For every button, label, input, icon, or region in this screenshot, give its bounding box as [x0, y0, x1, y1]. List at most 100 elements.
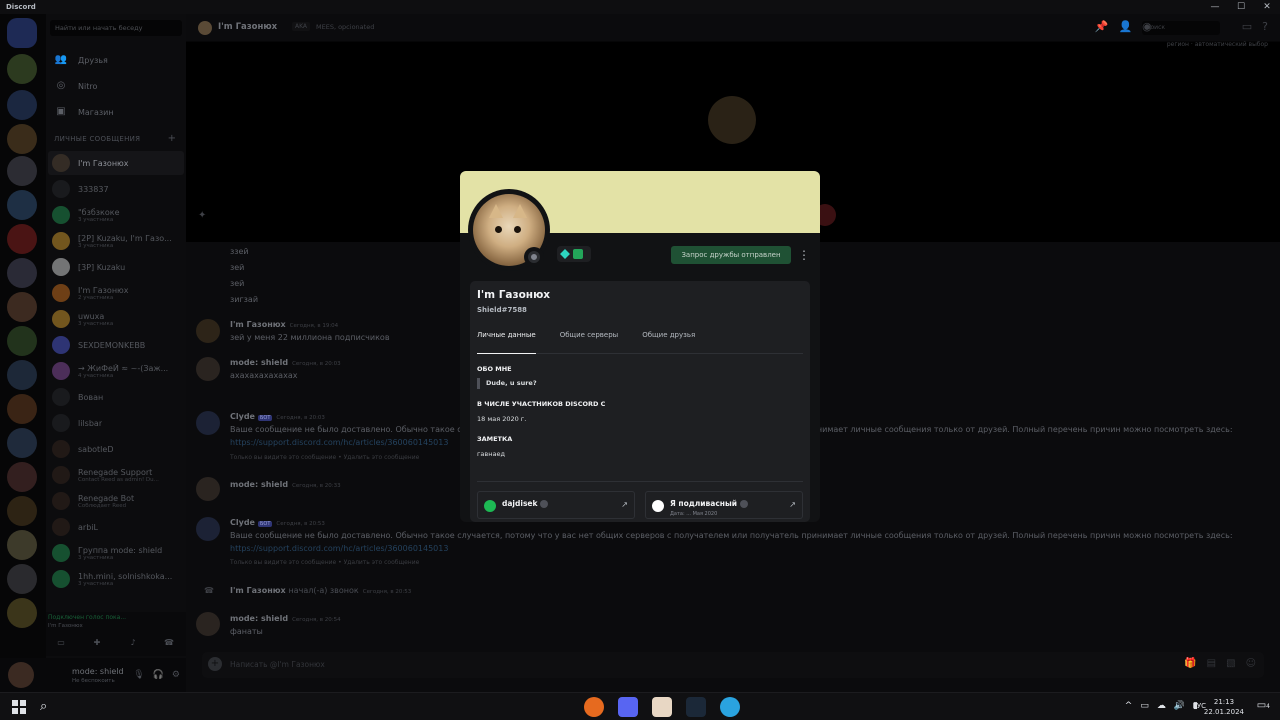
- avatar[interactable]: [196, 411, 220, 435]
- message-link[interactable]: https://support.discord.com/hc/articles/…: [230, 438, 448, 447]
- minimize-button[interactable]: —: [1202, 0, 1228, 14]
- region-filter[interactable]: регион · автоматический выбор: [1167, 41, 1268, 48]
- telegram-icon[interactable]: [720, 697, 740, 717]
- settings-gear-icon[interactable]: ⚙: [172, 670, 180, 680]
- emoji-icon[interactable]: ☺: [1246, 658, 1256, 669]
- windows-start-icon[interactable]: [12, 700, 26, 714]
- nav-friends[interactable]: 👥 Друзья: [50, 49, 182, 71]
- message-author[interactable]: mode: shield Сегодня, в 20:03: [230, 358, 341, 367]
- server-icon[interactable]: [7, 394, 37, 424]
- dm-item[interactable]: uwuxa 3 участника: [48, 307, 184, 331]
- avatar[interactable]: [196, 319, 220, 343]
- dm-item[interactable]: → ЖиФеЙ ≈ ~-(Заж... 4 участника: [48, 359, 184, 383]
- message-author[interactable]: mode: shield Сегодня, в 20:54: [230, 614, 341, 623]
- dm-item[interactable]: 1hh.mini, solnishkoka... 3 участника: [48, 567, 184, 591]
- message-link[interactable]: https://support.discord.com/hc/articles/…: [230, 544, 448, 553]
- dm-item[interactable]: Вован: [48, 385, 184, 409]
- dm-item[interactable]: arbiL: [48, 515, 184, 539]
- dm-item[interactable]: Renegade Bot Соблюдает Reed: [48, 489, 184, 513]
- gift-icon[interactable]: 🎁: [1184, 658, 1196, 669]
- dm-item[interactable]: [2P] Kuzaku, I'm Газо... 3 участника: [48, 229, 184, 253]
- attach-plus-icon[interactable]: +: [208, 657, 222, 671]
- firefox-icon[interactable]: [584, 697, 604, 717]
- search-icon[interactable]: ⌕: [40, 699, 47, 714]
- voice-activity-icon[interactable]: ✚: [90, 638, 104, 650]
- profile-icon[interactable]: ◉: [1142, 20, 1152, 33]
- help-icon[interactable]: ?: [1262, 20, 1268, 33]
- tab-mutual-friends[interactable]: Общие друзья: [642, 329, 695, 354]
- message-author[interactable]: Clyde БОТ Сегодня, в 20:53: [230, 518, 325, 527]
- note-input[interactable]: гавнаед: [477, 450, 505, 458]
- onedrive-icon[interactable]: ☁: [1157, 701, 1166, 711]
- avatar[interactable]: [196, 357, 220, 381]
- dm-item[interactable]: Группа mode: shield 3 участника: [48, 541, 184, 565]
- network-icon[interactable]: ▭: [1140, 701, 1149, 711]
- tab-mutual-servers[interactable]: Общие серверы: [560, 329, 619, 354]
- server-icon[interactable]: [7, 190, 37, 220]
- external-link-icon[interactable]: ↗: [789, 500, 796, 509]
- add-friend-icon[interactable]: 👤: [1118, 20, 1132, 33]
- gif-icon[interactable]: ▤: [1207, 658, 1216, 669]
- home-button[interactable]: [7, 18, 37, 48]
- avatar[interactable]: [8, 662, 34, 688]
- headphones-icon[interactable]: 🎧: [153, 670, 164, 680]
- server-icon[interactable]: [7, 360, 37, 390]
- create-dm-button[interactable]: +: [168, 133, 176, 144]
- server-icon[interactable]: [7, 496, 37, 526]
- server-icon[interactable]: [7, 428, 37, 458]
- message-author[interactable]: Clyde БОТ Сегодня, в 20:03: [230, 412, 325, 421]
- search-icon[interactable]: [1162, 20, 1232, 33]
- sticker-icon[interactable]: ▧: [1226, 658, 1235, 669]
- user-name[interactable]: mode: shield: [72, 667, 124, 676]
- server-icon[interactable]: [7, 124, 37, 154]
- steam-icon[interactable]: [686, 697, 706, 717]
- message-author[interactable]: mode: shield Сегодня, в 20:33: [230, 480, 341, 489]
- tab-personal[interactable]: Личные данные: [477, 329, 536, 354]
- server-icon[interactable]: [7, 292, 37, 322]
- server-icon[interactable]: [7, 224, 37, 254]
- avatar[interactable]: [196, 612, 220, 636]
- connection-spotify[interactable]: dajdisek ↗: [477, 491, 635, 519]
- connection-steam[interactable]: Я подливасный Дата: ... Мая 2020 ↗: [645, 491, 803, 519]
- nav-shop[interactable]: ▣ Магазин: [50, 101, 182, 123]
- inbox-icon[interactable]: ▭: [1242, 20, 1252, 33]
- dm-item[interactable]: [3P] Kuzaku: [48, 255, 184, 279]
- avatar[interactable]: [196, 517, 220, 541]
- call-settings-icon[interactable]: ✦: [198, 210, 206, 221]
- pin-icon[interactable]: 📌: [1095, 20, 1109, 33]
- server-icon[interactable]: [7, 54, 37, 84]
- clock[interactable]: 21:13 22.01.2024: [1204, 697, 1244, 717]
- more-options-icon[interactable]: ⋮: [798, 246, 810, 264]
- server-icon[interactable]: [7, 564, 37, 594]
- early-supporter-badge-icon[interactable]: [573, 249, 583, 259]
- avatar[interactable]: [196, 477, 220, 501]
- dm-item[interactable]: I'm Газонюх: [48, 151, 184, 175]
- hypesquad-badge-icon[interactable]: [560, 249, 570, 259]
- voice-soundboard-icon[interactable]: ♪: [126, 638, 140, 650]
- external-link-icon[interactable]: ↗: [621, 500, 628, 509]
- volume-icon[interactable]: 🔊: [1174, 701, 1185, 711]
- message-input[interactable]: + Написать @I'm Газонюх 🎁 ▤ ▧ ☺: [202, 652, 1264, 678]
- nav-nitro[interactable]: ◎ Nitro: [50, 75, 182, 97]
- close-button[interactable]: ✕: [1254, 0, 1280, 14]
- microphone-icon[interactable]: 🎙: [133, 670, 144, 680]
- message-author[interactable]: I'm Газонюх Сегодня, в 19:04: [230, 320, 338, 329]
- server-icon[interactable]: [7, 462, 37, 492]
- dm-item[interactable]: sabotleD: [48, 437, 184, 461]
- discord-icon[interactable]: [618, 697, 638, 717]
- voice-disconnect-icon[interactable]: ☎: [162, 638, 176, 650]
- dm-item[interactable]: Renegade Support Contact Reed as admin! D…: [48, 463, 184, 487]
- server-icon[interactable]: [7, 326, 37, 356]
- dm-search-input[interactable]: Найти или начать беседу: [50, 20, 182, 36]
- notifications-icon[interactable]: ▭4: [1257, 700, 1270, 711]
- server-icon[interactable]: [7, 530, 37, 560]
- dm-item[interactable]: SEXDEMONKEBB: [48, 333, 184, 357]
- dm-item[interactable]: lilsbar: [48, 411, 184, 435]
- dm-item[interactable]: "бзбзкоке 3 участника: [48, 203, 184, 227]
- maximize-button[interactable]: ☐: [1228, 0, 1254, 14]
- server-icon[interactable]: [7, 258, 37, 288]
- app-icon[interactable]: [652, 697, 672, 717]
- server-icon[interactable]: [7, 156, 37, 186]
- server-icon[interactable]: [7, 598, 37, 628]
- chevron-up-icon[interactable]: ^: [1125, 701, 1133, 711]
